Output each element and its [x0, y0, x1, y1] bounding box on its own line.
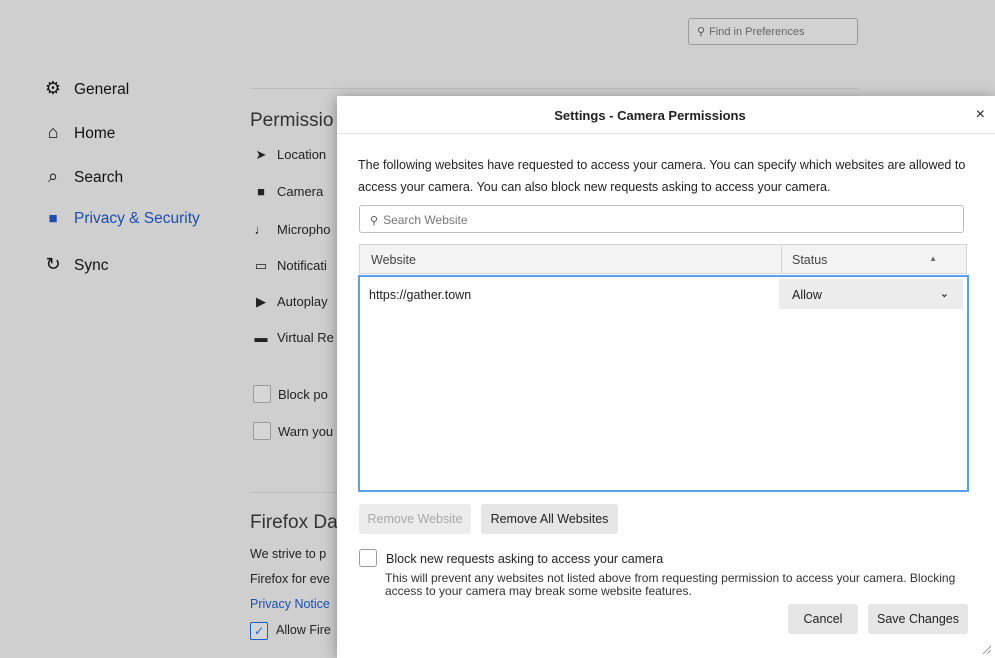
find-in-preferences-input[interactable]: ⚲ Find in Preferences [688, 18, 858, 45]
firefox-data-text: We strive to p [250, 547, 327, 561]
camera-permissions-dialog: Settings - Camera Permissions × The foll… [337, 96, 995, 658]
search-icon: ⚲ [697, 26, 706, 38]
cancel-button[interactable]: Cancel [788, 604, 858, 634]
website-list[interactable]: https://gather.town Allow ⌄ [358, 275, 969, 492]
dialog-description: The following websites have requested to… [358, 158, 966, 194]
home-icon: ⌂ [47, 122, 59, 142]
close-icon[interactable]: × [976, 106, 985, 124]
block-popups-checkbox[interactable] [253, 385, 271, 403]
divider [250, 88, 858, 89]
website-url: https://gather.town [369, 288, 472, 302]
vr-headset-icon: ▬ [254, 330, 268, 345]
search-icon: ⌕ [47, 166, 59, 186]
sync-icon: ↻ [45, 254, 61, 274]
table-row[interactable]: https://gather.town Allow ⌄ [360, 279, 963, 309]
search-icon: ⚲ [370, 215, 379, 227]
sort-ascending-icon: ▲ [929, 254, 937, 263]
allow-telemetry-label: Allow Fire [276, 623, 331, 637]
save-changes-button[interactable]: Save Changes [868, 604, 968, 634]
resize-grip-icon[interactable] [981, 644, 991, 654]
permission-camera: ■ Camera [253, 184, 323, 199]
permission-microphone: ♩ Micropho [254, 222, 331, 237]
microphone-icon: ♩ [254, 222, 268, 237]
gear-icon: ⚙ [44, 78, 62, 98]
status-select[interactable]: Allow ⌄ [779, 279, 963, 309]
remove-website-button[interactable]: Remove Website [359, 504, 471, 534]
divider [337, 133, 995, 134]
sidebar-item-search[interactable]: ⌕ Search [42, 166, 123, 187]
dialog-title: Settings - Camera Permissions [554, 108, 746, 123]
block-new-requests-checkbox[interactable] [359, 549, 377, 567]
allow-telemetry-checkbox[interactable]: ✓ [250, 622, 268, 640]
firefox-data-heading: Firefox Da [250, 512, 338, 533]
divider [250, 492, 350, 493]
lock-icon: ■ [48, 210, 58, 227]
search-website-input[interactable]: ⚲ Search Website [359, 205, 964, 233]
permission-notifications: ▭ Notificati [254, 258, 327, 273]
chevron-down-icon: ⌄ [939, 288, 949, 300]
notification-icon: ▭ [254, 258, 268, 273]
warn-addons-checkbox[interactable] [253, 422, 271, 440]
permission-virtual-reality: ▬ Virtual Re [254, 330, 334, 345]
warn-addons-label: Warn you [278, 424, 334, 439]
search-placeholder: Search Website [383, 213, 468, 227]
block-new-requests-note: This will prevent any websites not liste… [385, 571, 956, 598]
sidebar-item-general[interactable]: ⚙ General [42, 78, 129, 99]
column-header-website[interactable]: Website [371, 253, 416, 267]
find-placeholder: Find in Preferences [709, 26, 805, 38]
sidebar-item-privacy-security[interactable]: ■ Privacy & Security [42, 210, 199, 228]
table-header: Website Status ▲ [359, 244, 967, 274]
autoplay-icon: ▶ [256, 294, 266, 309]
camera-icon: ■ [257, 184, 265, 199]
sidebar-item-sync[interactable]: ↻ Sync [42, 254, 108, 275]
column-header-status[interactable]: Status ▲ [781, 245, 951, 273]
sidebar-item-home[interactable]: ⌂ Home [42, 122, 116, 143]
firefox-data-text: Firefox for eve [250, 572, 330, 586]
location-arrow-icon: ➤ [255, 147, 267, 162]
permission-location: ➤ Location [253, 147, 327, 163]
privacy-notice-link[interactable]: Privacy Notice [250, 597, 330, 611]
block-new-requests-label: Block new requests asking to access your… [386, 552, 664, 566]
permission-autoplay: ▶ Autoplay [253, 294, 328, 310]
permissions-heading: Permissio [250, 110, 334, 131]
remove-all-websites-button[interactable]: Remove All Websites [481, 504, 618, 534]
block-popups-label: Block po [278, 387, 328, 402]
